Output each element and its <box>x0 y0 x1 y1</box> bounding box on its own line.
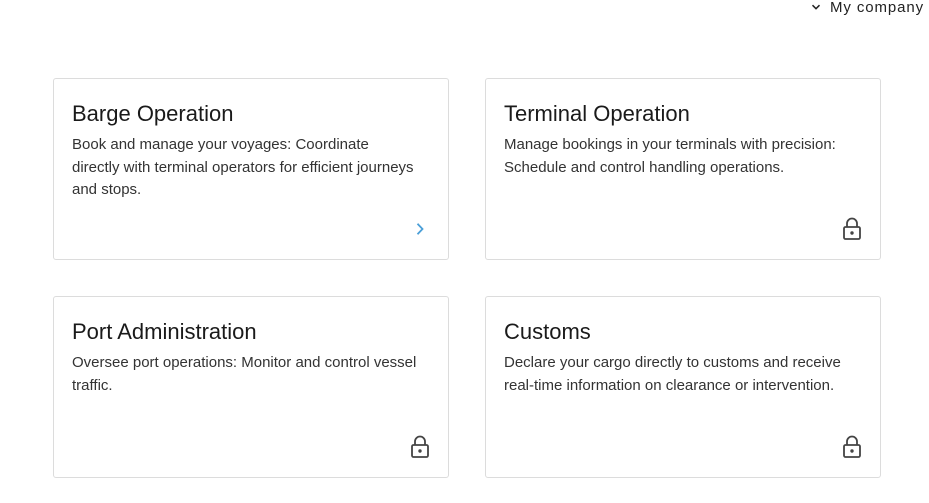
card-description: Manage bookings in your terminals with p… <box>504 136 836 176</box>
card-barge-operation[interactable]: Barge Operation Book and manage your voy… <box>53 78 449 260</box>
card-title: Port Administration <box>72 319 257 344</box>
card-description: Oversee port operations: Monitor and con… <box>72 354 417 394</box>
card-title: Barge Operation <box>72 101 234 126</box>
card-description: Declare your cargo directly to customs a… <box>504 354 841 394</box>
card-terminal-operation[interactable]: Terminal Operation Manage bookings in yo… <box>485 78 881 260</box>
company-label: My company <box>829 0 924 16</box>
card-port-administration[interactable]: Port Administration Oversee port operati… <box>53 296 449 478</box>
company-selector[interactable]: My company <box>810 0 924 18</box>
card-title: Customs <box>504 319 591 344</box>
lock-icon <box>408 435 432 459</box>
chevron-down-icon <box>810 1 822 13</box>
chevron-right-icon[interactable] <box>408 217 432 241</box>
card-description: Book and manage your voyages: Coordinate… <box>72 136 414 198</box>
lock-icon <box>840 435 864 459</box>
card-title: Terminal Operation <box>504 101 690 126</box>
card-customs[interactable]: Customs Declare your cargo directly to c… <box>485 296 881 478</box>
lock-icon <box>840 217 864 241</box>
